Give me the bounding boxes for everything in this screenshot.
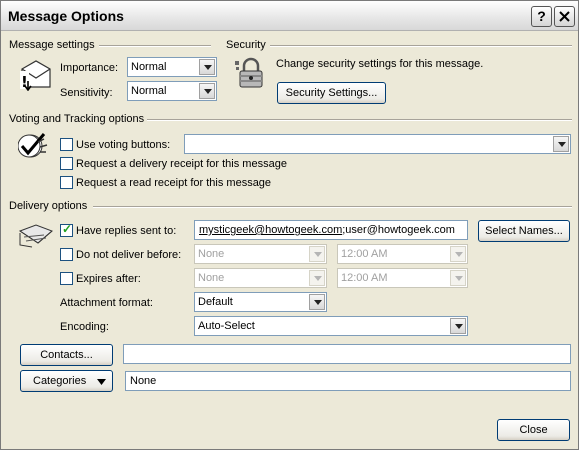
help-button[interactable]: ?	[531, 6, 552, 27]
expires-date-select[interactable]: None	[194, 268, 327, 288]
encoding-select[interactable]: Auto-Select	[194, 316, 468, 336]
do-not-deliver-date-select[interactable]: None	[194, 244, 327, 264]
message-settings-heading: Message settings	[9, 39, 95, 51]
chevron-down-icon	[450, 270, 466, 286]
voting-tracking-heading: Voting and Tracking options	[9, 113, 145, 125]
chevron-down-icon	[309, 294, 325, 310]
sensitivity-value: Normal	[131, 85, 167, 97]
delivery-receipt-checkbox[interactable]	[60, 157, 73, 170]
attachment-format-value: Default	[198, 296, 233, 308]
security-heading: Security	[226, 39, 266, 51]
chevron-down-icon	[199, 83, 215, 99]
dialog-title: Message Options	[8, 8, 124, 24]
padlock-icon	[235, 57, 263, 88]
encoding-label: Encoding:	[60, 321, 109, 333]
attachment-format-label: Attachment format:	[60, 297, 153, 309]
chevron-down-icon	[199, 59, 215, 75]
replies-recipient-2: user@howtogeek.com	[345, 224, 455, 236]
have-replies-checkbox[interactable]	[60, 222, 73, 237]
divider	[270, 45, 572, 47]
do-not-deliver-label: Do not deliver before:	[76, 249, 182, 261]
title-bar: Message Options ?	[1, 1, 578, 31]
select-names-button[interactable]: Select Names...	[478, 220, 570, 242]
categories-button-label: Categories	[33, 375, 87, 387]
read-receipt-label: Request a read receipt for this message	[76, 177, 272, 189]
contacts-field[interactable]	[123, 344, 571, 364]
security-description: Change security settings for this messag…	[276, 58, 484, 70]
delivery-options-heading: Delivery options	[9, 200, 88, 212]
delivery-receipt-label: Request a delivery receipt for this mess…	[76, 158, 287, 170]
do-not-deliver-date-value: None	[198, 248, 225, 260]
envelope-importance-icon: !	[20, 60, 51, 91]
divider	[147, 119, 572, 121]
do-not-deliver-time-select[interactable]: 12:00 AM	[337, 244, 468, 264]
do-not-deliver-checkbox[interactable]	[60, 248, 73, 261]
chevron-down-icon	[309, 246, 325, 262]
expires-checkbox[interactable]	[60, 272, 73, 285]
close-button[interactable]: Close	[497, 419, 570, 441]
chevron-down-icon	[450, 318, 466, 334]
importance-select[interactable]: Normal	[127, 57, 217, 77]
use-voting-label: Use voting buttons:	[76, 139, 171, 151]
replies-to-field[interactable]: mysticgeek@howtogeek.com;user@howtogeek.…	[194, 220, 468, 240]
voting-checkmark-icon	[18, 133, 48, 158]
have-replies-label: Have replies sent to:	[76, 225, 177, 237]
categories-button[interactable]: Categories	[20, 370, 113, 392]
sensitivity-select[interactable]: Normal	[127, 81, 217, 101]
categories-field[interactable]: None	[125, 371, 571, 391]
expires-time-select[interactable]: 12:00 AM	[337, 268, 468, 288]
delivery-envelope-icon	[18, 224, 53, 248]
contacts-button[interactable]: Contacts...	[20, 344, 113, 366]
security-settings-button[interactable]: Security Settings...	[277, 82, 386, 104]
sensitivity-label: Sensitivity:	[60, 87, 113, 99]
encoding-value: Auto-Select	[198, 320, 255, 332]
expires-time-value: 12:00 AM	[341, 272, 388, 284]
chevron-down-icon	[553, 136, 569, 152]
divider	[99, 45, 211, 47]
chevron-down-icon	[97, 379, 106, 385]
voting-buttons-select[interactable]	[184, 134, 571, 154]
read-receipt-checkbox[interactable]	[60, 176, 73, 189]
divider	[93, 206, 572, 208]
attachment-format-select[interactable]: Default	[194, 292, 327, 312]
use-voting-checkbox[interactable]	[60, 138, 73, 151]
close-window-button[interactable]	[554, 6, 575, 27]
message-options-dialog: Message Options ? Message settings ! Imp…	[0, 0, 579, 450]
chevron-down-icon	[309, 270, 325, 286]
close-icon	[559, 11, 570, 22]
expires-label: Expires after:	[76, 273, 141, 285]
expires-date-value: None	[198, 272, 225, 284]
importance-label: Importance:	[60, 62, 119, 74]
chevron-down-icon	[450, 246, 466, 262]
do-not-deliver-time-value: 12:00 AM	[341, 248, 388, 260]
importance-value: Normal	[131, 61, 167, 73]
replies-recipient-1: mysticgeek@howtogeek.com	[199, 224, 343, 236]
